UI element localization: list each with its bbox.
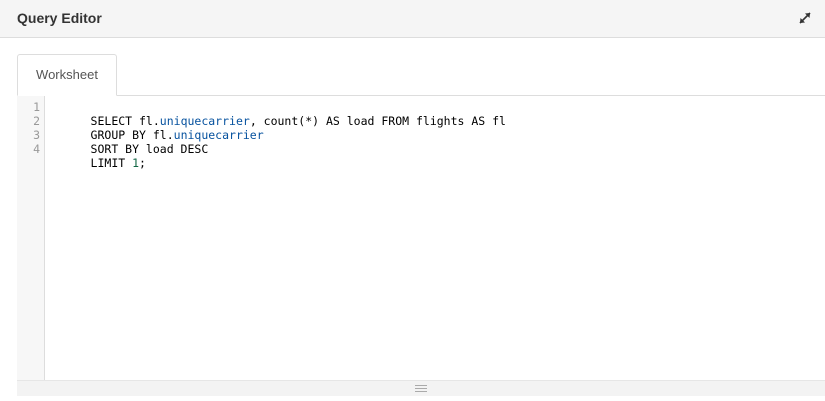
panel-title: Query Editor — [17, 10, 102, 26]
query-editor-panel: Query Editor Worksheet 1 2 3 4 SELECT fl… — [0, 0, 825, 401]
drag-grip-icon — [415, 385, 427, 393]
code-token: ; — [139, 156, 146, 170]
code-editor[interactable]: 1 2 3 4 SELECT fl.uniquecarrier, count(*… — [17, 96, 825, 380]
code-token: LIMIT — [90, 156, 133, 170]
code-line[interactable]: LIMIT 1; — [49, 142, 146, 184]
code-token: , count(*) AS load FROM flights AS fl — [249, 114, 506, 128]
line-number-gutter: 1 2 3 4 — [17, 96, 45, 380]
editor-resize-handle[interactable] — [17, 380, 825, 396]
line-number: 1 — [33, 100, 40, 114]
expand-arrows-icon[interactable] — [796, 9, 814, 27]
tab-worksheet[interactable]: Worksheet — [17, 54, 117, 96]
tab-bar: Worksheet — [17, 54, 825, 96]
line-number: 3 — [33, 128, 40, 142]
code-token-number: 1 — [132, 156, 140, 170]
panel-header: Query Editor — [0, 0, 825, 38]
line-number: 4 — [33, 142, 40, 156]
line-number: 2 — [33, 114, 40, 128]
